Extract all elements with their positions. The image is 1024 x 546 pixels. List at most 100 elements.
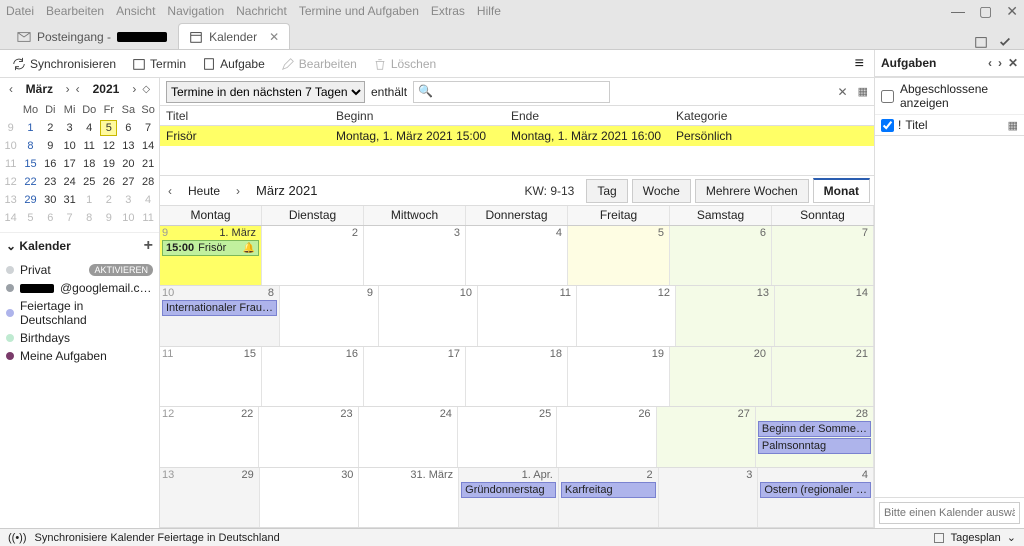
- minical-day[interactable]: 8: [80, 210, 98, 226]
- minical-day[interactable]: 12: [100, 138, 117, 154]
- minical-day[interactable]: 6: [119, 120, 137, 136]
- day-cell[interactable]: 4: [466, 226, 568, 285]
- minical-year-next-icon[interactable]: ›: [129, 82, 139, 96]
- minical-day[interactable]: 11: [139, 210, 157, 226]
- tagesplan-chevron-icon[interactable]: ⌄: [1007, 531, 1016, 544]
- minical-day[interactable]: 14: [139, 138, 157, 154]
- day-cell[interactable]: 3: [364, 226, 466, 285]
- menu-ansicht[interactable]: Ansicht: [116, 4, 155, 18]
- day-cell[interactable]: 25: [458, 407, 557, 466]
- filter-range-select[interactable]: Termine in den nächsten 7 Tagen: [166, 81, 365, 103]
- calendar-event[interactable]: Gründonnerstag: [461, 482, 556, 498]
- mini-calendar[interactable]: MoDiMiDoFrSaSo91234567108910111213141115…: [0, 100, 159, 228]
- day-cell[interactable]: 4Ostern (regionaler …: [758, 468, 874, 527]
- minical-day[interactable]: 21: [139, 156, 157, 172]
- tasks-select-all-checkbox[interactable]: [881, 119, 894, 132]
- day-cell[interactable]: 7: [772, 226, 874, 285]
- day-cell[interactable]: 18: [466, 347, 568, 406]
- calendar-event[interactable]: Beginn der Somme…: [758, 421, 871, 437]
- hamburger-icon[interactable]: ≡: [855, 55, 864, 73]
- add-calendar-icon[interactable]: +: [144, 237, 153, 255]
- tab-calendar[interactable]: Kalender ✕: [178, 23, 290, 49]
- col-titel[interactable]: Titel: [160, 109, 330, 123]
- minical-day[interactable]: 4: [139, 192, 157, 208]
- minical-day[interactable]: 15: [21, 156, 39, 172]
- day-cell[interactable]: 9: [280, 286, 379, 345]
- day-cell[interactable]: 2Karfreitag: [559, 468, 659, 527]
- minical-day[interactable]: 16: [42, 156, 59, 172]
- day-cell[interactable]: 24: [359, 407, 458, 466]
- tasks-column-picker-icon[interactable]: ▦: [1008, 119, 1018, 132]
- cal-prev-icon[interactable]: ‹: [164, 182, 176, 200]
- tasks-shortcut-icon[interactable]: [998, 35, 1012, 49]
- day-cell[interactable]: 23: [259, 407, 358, 466]
- minical-day[interactable]: 7: [61, 210, 78, 226]
- minical-day[interactable]: 26: [100, 174, 117, 190]
- today-button[interactable]: Heute: [180, 182, 228, 200]
- minical-day[interactable]: 1: [21, 120, 39, 136]
- day-cell[interactable]: 28Beginn der Somme…Palmsonntag: [756, 407, 874, 466]
- minical-month-prev-icon[interactable]: ‹: [6, 82, 16, 96]
- day-cell[interactable]: 12: [577, 286, 676, 345]
- window-minimize-icon[interactable]: —: [951, 3, 965, 20]
- day-cell[interactable]: 31. März: [359, 468, 459, 527]
- view-tag[interactable]: Tag: [586, 179, 627, 203]
- minical-day[interactable]: 8: [21, 138, 39, 154]
- calendars-header[interactable]: ⌄ Kalender +: [0, 232, 159, 259]
- minical-day[interactable]: 3: [61, 120, 78, 136]
- menu-hilfe[interactable]: Hilfe: [477, 4, 501, 18]
- day-cell[interactable]: 1222: [160, 407, 259, 466]
- minical-day[interactable]: 18: [80, 156, 98, 172]
- minical-day[interactable]: 17: [61, 156, 78, 172]
- day-cell[interactable]: 20: [670, 347, 772, 406]
- day-cell[interactable]: 30: [260, 468, 360, 527]
- minical-day[interactable]: 3: [119, 192, 137, 208]
- view-mehrere-wochen[interactable]: Mehrere Wochen: [695, 179, 809, 203]
- window-close-icon[interactable]: ✕: [1006, 3, 1018, 20]
- tasks-prev-icon[interactable]: ‹: [988, 56, 992, 70]
- filter-clear-icon[interactable]: ✕: [834, 85, 852, 99]
- sync-button[interactable]: Synchronisieren: [6, 54, 122, 74]
- day-cell[interactable]: 26: [557, 407, 656, 466]
- window-maximize-icon[interactable]: ▢: [979, 3, 992, 20]
- minical-day[interactable]: 13: [119, 138, 137, 154]
- minical-day[interactable]: 28: [139, 174, 157, 190]
- minical-day[interactable]: 6: [42, 210, 59, 226]
- view-woche[interactable]: Woche: [632, 179, 691, 203]
- calendar-item[interactable]: Birthdays: [0, 329, 159, 347]
- minical-day[interactable]: 2: [100, 192, 117, 208]
- menu-navigation[interactable]: Navigation: [167, 4, 224, 18]
- day-cell[interactable]: 6: [670, 226, 772, 285]
- day-cell[interactable]: 27: [657, 407, 756, 466]
- tab-inbox[interactable]: Posteingang -: [6, 23, 178, 49]
- minical-day[interactable]: 5: [100, 120, 117, 136]
- task-quick-add-input[interactable]: [879, 502, 1020, 524]
- calendar-item[interactable]: Feiertage in Deutschland: [0, 297, 159, 329]
- tab-close-icon[interactable]: ✕: [269, 30, 279, 44]
- calendar-shortcut-icon[interactable]: [974, 35, 988, 49]
- minical-day[interactable]: 29: [21, 192, 39, 208]
- day-cell[interactable]: 14: [775, 286, 874, 345]
- calendar-item[interactable]: Meine Aufgaben: [0, 347, 159, 365]
- day-cell[interactable]: 19: [568, 347, 670, 406]
- menu-nachricht[interactable]: Nachricht: [236, 4, 287, 18]
- event-list-row[interactable]: FrisörMontag, 1. März 2021 15:00Montag, …: [160, 126, 874, 146]
- minical-day[interactable]: 24: [61, 174, 78, 190]
- col-beginn[interactable]: Beginn: [330, 109, 505, 123]
- minical-day[interactable]: 30: [42, 192, 59, 208]
- minical-day[interactable]: 23: [42, 174, 59, 190]
- calendar-item[interactable]: PrivatAKTIVIEREN: [0, 261, 159, 279]
- day-cell[interactable]: 91. März15:00Frisör🔔: [160, 226, 262, 285]
- cal-next-icon[interactable]: ›: [232, 182, 244, 200]
- month-grid[interactable]: 91. März15:00Frisör🔔 23 4567 108Internation…: [160, 226, 874, 528]
- calendar-event[interactable]: Internationaler Frau…: [162, 300, 277, 316]
- minical-day[interactable]: 1: [80, 192, 98, 208]
- day-cell[interactable]: 10: [379, 286, 478, 345]
- day-cell[interactable]: 5: [568, 226, 670, 285]
- day-cell[interactable]: 21: [772, 347, 874, 406]
- column-picker-icon[interactable]: ▦: [858, 85, 868, 98]
- menu-extras[interactable]: Extras: [431, 4, 465, 18]
- minical-month-next-icon[interactable]: ›: [63, 82, 73, 96]
- minical-day[interactable]: 22: [21, 174, 39, 190]
- day-cell[interactable]: 108Internationaler Frau…: [160, 286, 280, 345]
